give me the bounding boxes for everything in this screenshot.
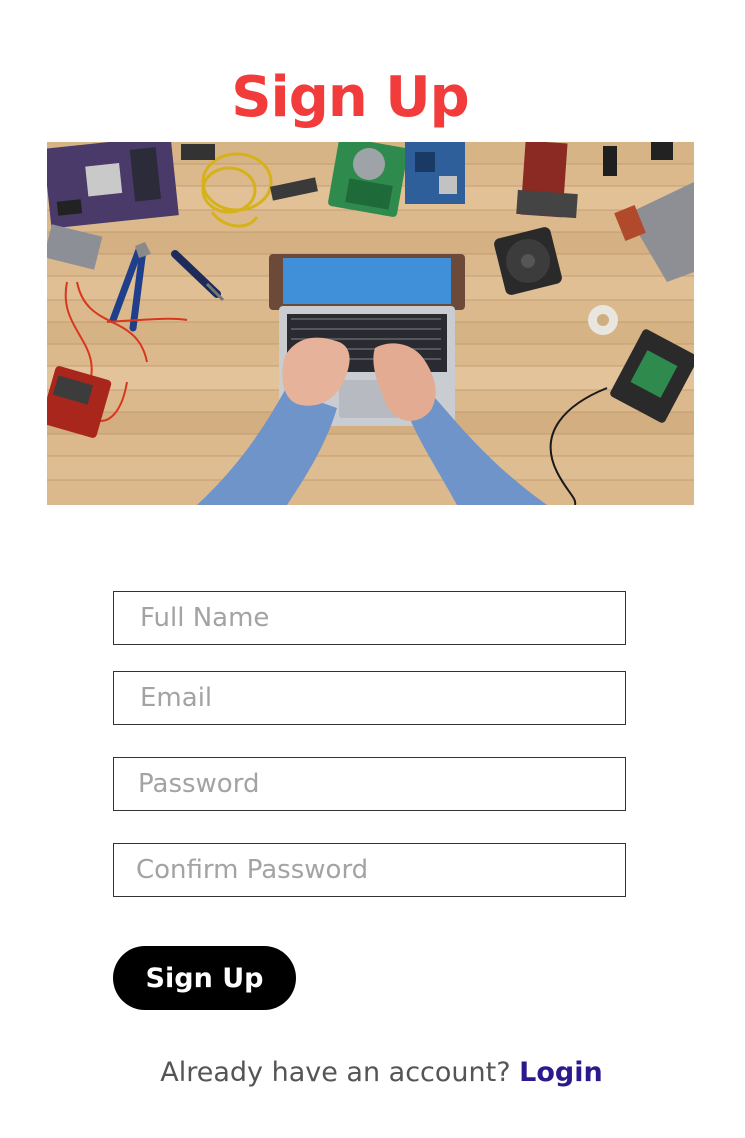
email-input[interactable] bbox=[113, 671, 626, 725]
password-input[interactable] bbox=[113, 757, 626, 811]
login-link[interactable]: Login bbox=[519, 1057, 603, 1088]
login-prompt-text: Already have an account? bbox=[160, 1057, 511, 1088]
page-title: Sign Up bbox=[231, 64, 470, 130]
full-name-input[interactable] bbox=[113, 591, 626, 645]
sign-up-button[interactable]: Sign Up bbox=[113, 946, 296, 1010]
hero-image bbox=[47, 142, 694, 505]
confirm-password-input[interactable] bbox=[113, 843, 626, 897]
login-prompt: Already have an account? Login bbox=[0, 1053, 745, 1093]
